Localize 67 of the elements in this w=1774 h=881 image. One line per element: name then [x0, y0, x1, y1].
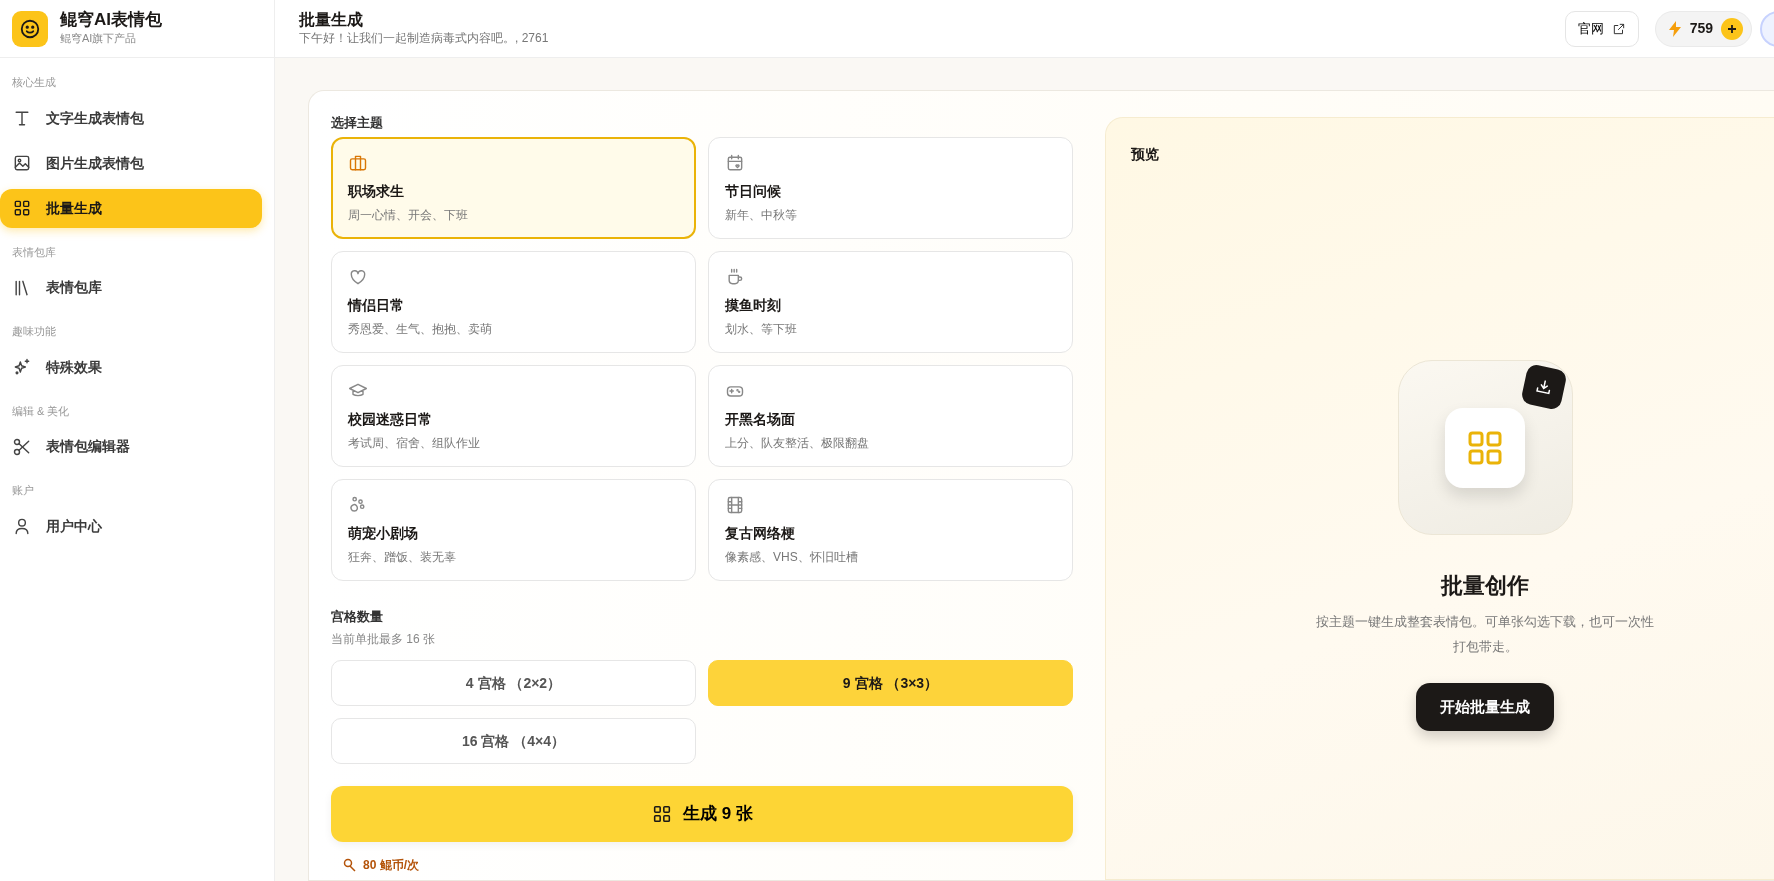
theme-card[interactable]: 萌宠小剧场 狂奔、蹭饭、装无辜	[331, 478, 696, 581]
nav-item[interactable]: 图片生成表情包	[0, 143, 262, 183]
nav-item[interactable]: 批量生成	[0, 188, 262, 228]
lightning-icon	[1667, 20, 1682, 37]
grid-option[interactable]: 9 宫格 （3×3）	[708, 660, 1073, 706]
nav-item[interactable]: 表情包库	[0, 268, 262, 307]
add-coins-button[interactable]	[1721, 17, 1743, 40]
scissors-icon	[12, 436, 32, 457]
external-link-icon	[1611, 21, 1626, 36]
nav-section-label: 趣味功能	[11, 324, 57, 339]
plus-icon	[1727, 23, 1737, 34]
nav-item[interactable]: 表情包编辑器	[0, 427, 262, 466]
theme-card[interactable]: 情侣日常 秀恩爱、生气、抱抱、卖萌	[331, 250, 696, 353]
theme-title: 摸鱼时刻	[725, 295, 782, 315]
theme-card[interactable]: 开黑名场面 上分、队友整活、极限翻盘	[708, 364, 1073, 467]
theme-card[interactable]: 节日问候 新年、中秋等	[708, 136, 1073, 239]
theme-description: 像素感、VHS、怀旧吐槽	[725, 548, 859, 566]
app-name: 鲲穹AI表情包	[60, 10, 162, 30]
theme-title: 情侣日常	[348, 295, 405, 315]
grid-option[interactable]: 16 宫格 （4×4）	[331, 718, 696, 764]
grid-icon	[12, 198, 32, 218]
preview-title: 批量创作	[1441, 572, 1529, 600]
theme-title: 校园迷惑日常	[348, 409, 433, 429]
image-icon	[12, 153, 32, 173]
section-label: 选择主题	[331, 114, 384, 132]
user-icon	[12, 516, 32, 536]
coin-count: 759	[1689, 19, 1713, 38]
nav-item[interactable]: 用户中心	[0, 506, 262, 546]
section-label: 宫格数量	[331, 607, 384, 626]
theme-title: 职场求生	[348, 181, 405, 201]
theme-title: 开黑名场面	[725, 409, 796, 429]
theme-description: 狂奔、蹭饭、装无辜	[348, 548, 457, 566]
app-tagline: 鲲穹AI旗下产品	[60, 30, 138, 46]
nav-section-label: 核心生成	[11, 75, 57, 90]
nav-section-label: 账户	[11, 483, 35, 498]
website-link-button[interactable]: 官网	[1564, 10, 1639, 47]
theme-title: 复古网络梗	[725, 523, 796, 543]
generate-button[interactable]: 生成 9 张	[331, 786, 1073, 842]
cost-text: 80 鲲币/次	[363, 857, 419, 874]
calendar-heart-icon	[725, 152, 745, 173]
film-icon	[725, 494, 745, 515]
theme-description: 新年、中秋等	[725, 206, 798, 224]
nav-section-label: 编辑 & 美化	[11, 403, 71, 419]
theme-description: 秀恩爱、生气、抱抱、卖萌	[348, 320, 493, 338]
theme-description: 周一心情、开会、下班	[348, 206, 469, 224]
nav-item[interactable]: 特殊效果	[0, 347, 262, 387]
theme-description: 考试周、宿舍、组队作业	[348, 434, 481, 452]
theme-card[interactable]: 职场求生 周一心情、开会、下班	[331, 136, 696, 239]
preview-label: 预览	[1131, 145, 1160, 164]
start-batch-button[interactable]: 开始批量生成	[1416, 683, 1554, 732]
nav-item[interactable]: 文字生成表情包	[0, 98, 262, 138]
grid-option[interactable]: 4 宫格 （2×2）	[331, 660, 696, 706]
theme-title: 节日问候	[725, 181, 782, 201]
grid-hint: 当前单批最多 16 张	[331, 631, 436, 648]
preview-description: 按主题一键生成整套表情包。可单张勾选下载，也可一次性打包带走。	[1315, 613, 1655, 656]
page-subtitle: 下午好！让我们一起制造病毒式内容吧。, 2761	[299, 30, 550, 48]
theme-card[interactable]: 复古网络梗 像素感、VHS、怀旧吐槽	[708, 478, 1073, 581]
nav-section-label: 表情包库	[11, 244, 57, 260]
page-title: 批量生成	[299, 9, 364, 30]
theme-description: 划水、等下班	[725, 320, 798, 338]
theme-card[interactable]: 校园迷惑日常 考试周、宿舍、组队作业	[331, 364, 696, 467]
theme-description: 上分、队友整活、极限翻盘	[725, 434, 870, 452]
theme-card[interactable]: 摸鱼时刻 划水、等下班	[708, 250, 1073, 353]
smiley-logo-icon	[12, 10, 48, 47]
theme-title: 萌宠小剧场	[348, 523, 419, 543]
coffee-cup-icon	[725, 266, 745, 287]
sparkles-icon	[12, 357, 32, 377]
